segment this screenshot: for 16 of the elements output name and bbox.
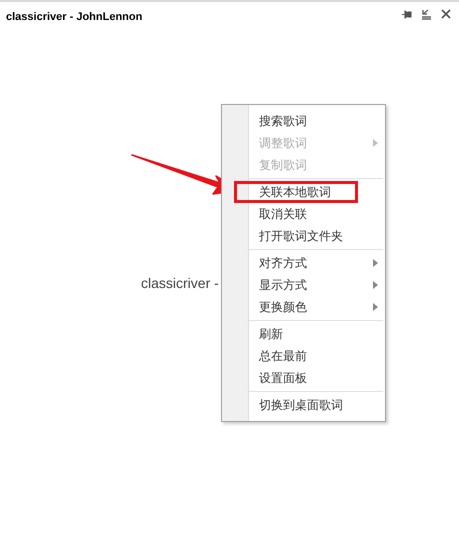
lyric-line: classicriver -	[141, 275, 219, 291]
menu-item[interactable]: 打开歌词文件夹	[249, 225, 385, 247]
menu-item[interactable]: 总在最前	[249, 345, 385, 367]
menu-item[interactable]: 更换颜色	[249, 296, 385, 318]
menu-item[interactable]: 设置面板	[249, 367, 385, 389]
menu-item[interactable]: 切换到桌面歌词	[249, 394, 385, 416]
menu-item[interactable]: 关联本地歌词	[234, 181, 358, 203]
menu-item[interactable]: 取消关联	[249, 203, 385, 225]
window-title: classicriver - JohnLennon	[6, 10, 142, 25]
close-icon[interactable]	[441, 9, 451, 19]
menu-item[interactable]: 搜索歌词	[249, 110, 385, 132]
collapse-icon[interactable]	[421, 8, 432, 20]
menu-item[interactable]: 对齐方式	[249, 252, 385, 274]
pin-icon[interactable]	[401, 8, 412, 20]
menu-item[interactable]: 刷新	[249, 323, 385, 345]
menu-item[interactable]: 显示方式	[249, 274, 385, 296]
